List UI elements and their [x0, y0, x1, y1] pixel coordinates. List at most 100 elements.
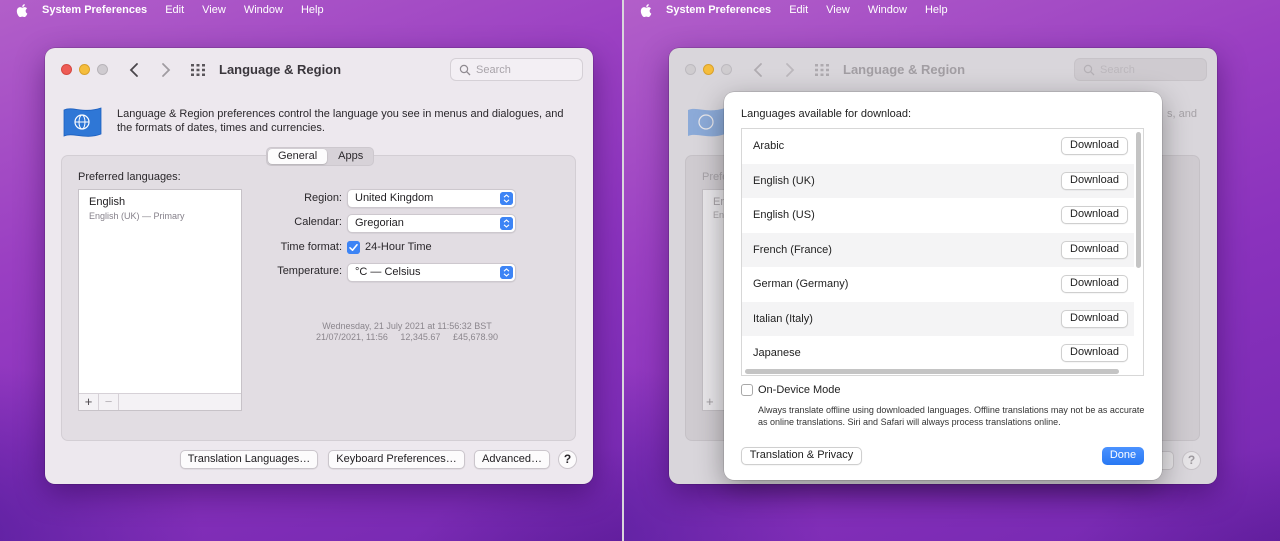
- list-item: Arabic Download: [742, 129, 1134, 164]
- list-item: German (Germany) Download: [742, 267, 1134, 302]
- remove-language-button[interactable]: −: [99, 394, 119, 410]
- apple-icon[interactable]: [16, 3, 28, 17]
- minimize-button[interactable]: [79, 64, 90, 75]
- menu-app-name[interactable]: System Preferences: [42, 4, 147, 16]
- search-field[interactable]: Search: [1074, 58, 1207, 81]
- titlebar: Language & Region Search: [669, 48, 1217, 92]
- menubar: System Preferences Edit View Window Help: [624, 0, 1280, 20]
- search-placeholder: Search: [1100, 64, 1135, 76]
- search-icon: [459, 64, 471, 76]
- left-panel: System Preferences Edit View Window Help…: [0, 0, 624, 541]
- calendar-value: Gregorian: [355, 217, 404, 229]
- list-item: Italian (Italy) Download: [742, 301, 1134, 336]
- search-field[interactable]: Search: [450, 58, 583, 81]
- download-button[interactable]: Download: [1061, 240, 1128, 259]
- date-preview-short: 21/07/2021, 11:56 12,345.67 £45,678.90: [316, 332, 498, 342]
- menu-view[interactable]: View: [202, 4, 226, 16]
- language-name: Arabic: [753, 140, 785, 152]
- close-button[interactable]: [61, 64, 72, 75]
- download-languages-list[interactable]: Arabic Download English (UK) Download En…: [741, 128, 1144, 376]
- region-value: United Kingdom: [355, 192, 434, 204]
- menu-app-name[interactable]: System Preferences: [666, 4, 771, 16]
- preferred-languages-list[interactable]: English English (UK) — Primary + −: [78, 189, 242, 411]
- checkmark-icon[interactable]: [347, 241, 360, 254]
- on-device-description: Always translate offline using downloade…: [758, 405, 1145, 427]
- window-controls: [685, 64, 732, 75]
- temperature-popup[interactable]: °C — Celsius: [347, 263, 516, 282]
- right-panel: System Preferences Edit View Window Help…: [624, 0, 1280, 541]
- window-controls: [61, 64, 108, 75]
- translation-languages-button[interactable]: Translation Languages…: [180, 450, 318, 469]
- help-button[interactable]: ?: [558, 450, 577, 469]
- download-button[interactable]: Download: [1061, 171, 1128, 190]
- language-detail-fragment: En: [713, 210, 725, 220]
- zoom-button[interactable]: [721, 64, 732, 75]
- menu-help[interactable]: Help: [925, 4, 948, 16]
- search-icon: [1083, 64, 1095, 76]
- temperature-label: Temperature:: [277, 265, 342, 277]
- time-format-label: Time format:: [280, 241, 342, 253]
- description-text: Language & Region preferences control th…: [117, 108, 564, 134]
- download-button[interactable]: Download: [1061, 309, 1128, 328]
- chevron-updown-icon: [500, 266, 513, 279]
- list-item: Japanese Download: [742, 336, 1134, 371]
- menu-help[interactable]: Help: [301, 4, 324, 16]
- flag-icon: [688, 108, 725, 137]
- region-popup[interactable]: United Kingdom: [347, 189, 516, 208]
- language-name: English (US): [753, 209, 815, 221]
- list-item: French (France) Download: [742, 232, 1134, 267]
- menu-view[interactable]: View: [826, 4, 850, 16]
- apple-icon[interactable]: [640, 3, 652, 17]
- grid-icon[interactable]: [815, 64, 829, 76]
- translation-privacy-button[interactable]: Translation & Privacy: [741, 447, 862, 465]
- menu-window[interactable]: Window: [244, 4, 283, 16]
- menu-edit[interactable]: Edit: [165, 4, 184, 16]
- preferred-languages-label: Preferred languages:: [78, 171, 181, 183]
- tab-switcher: General Apps: [266, 147, 375, 166]
- download-button[interactable]: Download: [1061, 137, 1128, 155]
- preferences-window: Language & Region Search Language & Regi…: [45, 48, 593, 484]
- zoom-button[interactable]: [97, 64, 108, 75]
- close-button[interactable]: [685, 64, 696, 75]
- menu-edit[interactable]: Edit: [789, 4, 808, 16]
- minimize-button[interactable]: [703, 64, 714, 75]
- download-button[interactable]: Download: [1061, 344, 1128, 362]
- on-device-label: On-Device Mode: [758, 384, 841, 396]
- language-name: French (France): [753, 243, 832, 256]
- time-format-value: 24-Hour Time: [365, 241, 432, 253]
- chevron-updown-icon: [500, 192, 513, 205]
- list-item: English (US) Download: [742, 198, 1134, 233]
- download-button[interactable]: Download: [1061, 275, 1128, 293]
- download-button[interactable]: Download: [1061, 206, 1128, 224]
- temperature-value: °C — Celsius: [355, 266, 421, 278]
- language-name[interactable]: English: [89, 196, 125, 208]
- advanced-button[interactable]: Advanced…: [474, 450, 550, 469]
- chevron-left-icon[interactable]: [751, 61, 767, 79]
- language-name: Italian (Italy): [753, 312, 813, 325]
- calendar-popup[interactable]: Gregorian: [347, 214, 516, 233]
- date-preview-long: Wednesday, 21 July 2021 at 11:56:32 BST: [322, 321, 492, 331]
- region-label: Region:: [304, 192, 342, 204]
- list-footer: + −: [79, 393, 241, 410]
- grid-icon[interactable]: [191, 64, 205, 76]
- tab-general[interactable]: General: [268, 149, 328, 164]
- download-languages-sheet: Languages available for download: Arabic…: [724, 92, 1162, 480]
- list-item: English (UK) Download: [742, 163, 1134, 198]
- chevron-right-icon[interactable]: [157, 61, 173, 79]
- on-device-checkbox[interactable]: [741, 384, 753, 396]
- calendar-label: Calendar:: [294, 216, 342, 228]
- add-language-button[interactable]: +: [79, 394, 99, 410]
- window-title: Language & Region: [843, 62, 966, 77]
- language-name: German (Germany): [753, 278, 849, 290]
- menu-window[interactable]: Window: [868, 4, 907, 16]
- chevron-updown-icon: [500, 217, 513, 230]
- done-button[interactable]: Done: [1102, 447, 1144, 465]
- tab-apps[interactable]: Apps: [328, 148, 373, 165]
- chevron-right-icon[interactable]: [781, 61, 797, 79]
- search-placeholder: Search: [476, 64, 511, 76]
- vertical-scrollbar[interactable]: [1136, 132, 1141, 268]
- language-name: English (UK): [753, 174, 815, 187]
- keyboard-preferences-button[interactable]: Keyboard Preferences…: [328, 450, 465, 469]
- horizontal-scrollbar[interactable]: [745, 369, 1119, 374]
- chevron-left-icon[interactable]: [127, 61, 143, 79]
